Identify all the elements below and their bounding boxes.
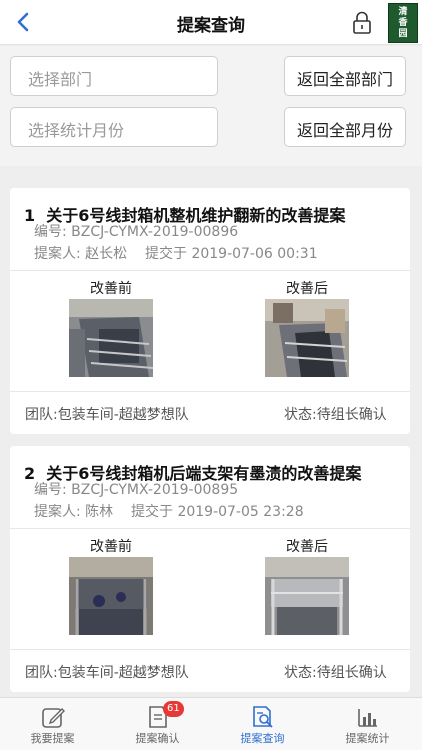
lock-icon: [353, 11, 371, 34]
tab-submit-proposal[interactable]: 我要提案: [0, 698, 105, 750]
divider: [10, 270, 410, 271]
tab-proposal-stats[interactable]: 提案统计: [315, 698, 420, 750]
after-label: 改善后: [286, 539, 328, 555]
code-value: BZCJ-CYMX-2019-00896: [71, 224, 239, 240]
search-document-icon: [253, 706, 273, 728]
submitted-value: 2019-07-05 23:28: [177, 504, 304, 520]
proposal-card[interactable]: 2 关于6号线封箱机后端支架有墨渍的改善提案 编号: BZCJ-CYMX-201…: [10, 446, 410, 692]
proposal-card[interactable]: 1 关于6号线封箱机整机维护翻新的改善提案 编号: BZCJ-CYMX-2019…: [10, 188, 410, 434]
before-photo[interactable]: [69, 557, 153, 635]
before-label: 改善前: [90, 539, 132, 555]
tab-label: 提案统计: [345, 732, 390, 745]
team-text: 团队:包装车间-超越梦想队: [25, 665, 189, 681]
department-select[interactable]: 选择部门: [10, 56, 218, 96]
proposer-label: 提案人:: [34, 504, 81, 520]
submitted-value: 2019-07-06 00:31: [191, 246, 318, 262]
divider: [10, 649, 410, 650]
month-select[interactable]: 选择统计月份: [10, 107, 218, 147]
code-label: 编号:: [34, 224, 67, 240]
reset-month-button[interactable]: 返回全部月份: [284, 107, 406, 147]
submitted-label: 提交于: [144, 246, 187, 262]
status-text: 状态:待组长确认: [284, 665, 387, 681]
after-photo[interactable]: [265, 557, 349, 635]
proposer-value: 陈林: [85, 504, 114, 520]
after-label: 改善后: [286, 281, 328, 297]
reset-department-button[interactable]: 返回全部部门: [284, 56, 406, 96]
tab-label: 我要提案: [30, 732, 75, 745]
before-photo[interactable]: [69, 299, 153, 377]
divider: [10, 528, 410, 529]
team-text: 团队:包装车间-超越梦想队: [25, 407, 189, 423]
tab-proposal-query[interactable]: 提案查询: [210, 698, 315, 750]
code-value: BZCJ-CYMX-2019-00895: [71, 482, 239, 498]
proposer-value: 赵长松: [85, 246, 128, 262]
proposal-submitter: 提案人: 赵长松 提交于 2019-07-06 00:31: [34, 243, 318, 263]
submitted-label: 提交于: [130, 504, 173, 520]
bottom-tab-bar: 我要提案 61 提案确认 提案查询 提案统计: [0, 697, 422, 750]
proposer-label: 提案人:: [34, 246, 81, 262]
proposal-submitter: 提案人: 陈林 提交于 2019-07-05 23:28: [34, 501, 304, 521]
chevron-left-icon: [17, 12, 29, 32]
brand-logo: 清香园: [388, 3, 418, 43]
nav-header: 提案查询 清香园: [0, 0, 422, 45]
tab-label: 提案查询: [240, 732, 285, 745]
pending-count-badge: 61: [163, 701, 184, 717]
proposal-code: 编号: BZCJ-CYMX-2019-00895: [34, 479, 238, 499]
filter-panel: 选择部门 返回全部部门 选择统计月份 返回全部月份: [0, 46, 422, 166]
proposal-code: 编号: BZCJ-CYMX-2019-00896: [34, 221, 238, 241]
bar-chart-icon: [358, 709, 377, 727]
edit-icon: [42, 708, 65, 728]
tab-label: 提案确认: [135, 732, 180, 745]
tab-proposal-confirm[interactable]: 61 提案确认: [105, 698, 210, 750]
code-label: 编号:: [34, 482, 67, 498]
back-button[interactable]: [10, 8, 38, 36]
before-label: 改善前: [90, 281, 132, 297]
lock-button[interactable]: [350, 10, 374, 36]
logo-text: 清香园: [398, 7, 408, 39]
divider: [10, 391, 410, 392]
status-text: 状态:待组长确认: [284, 407, 387, 423]
after-photo[interactable]: [265, 299, 349, 377]
